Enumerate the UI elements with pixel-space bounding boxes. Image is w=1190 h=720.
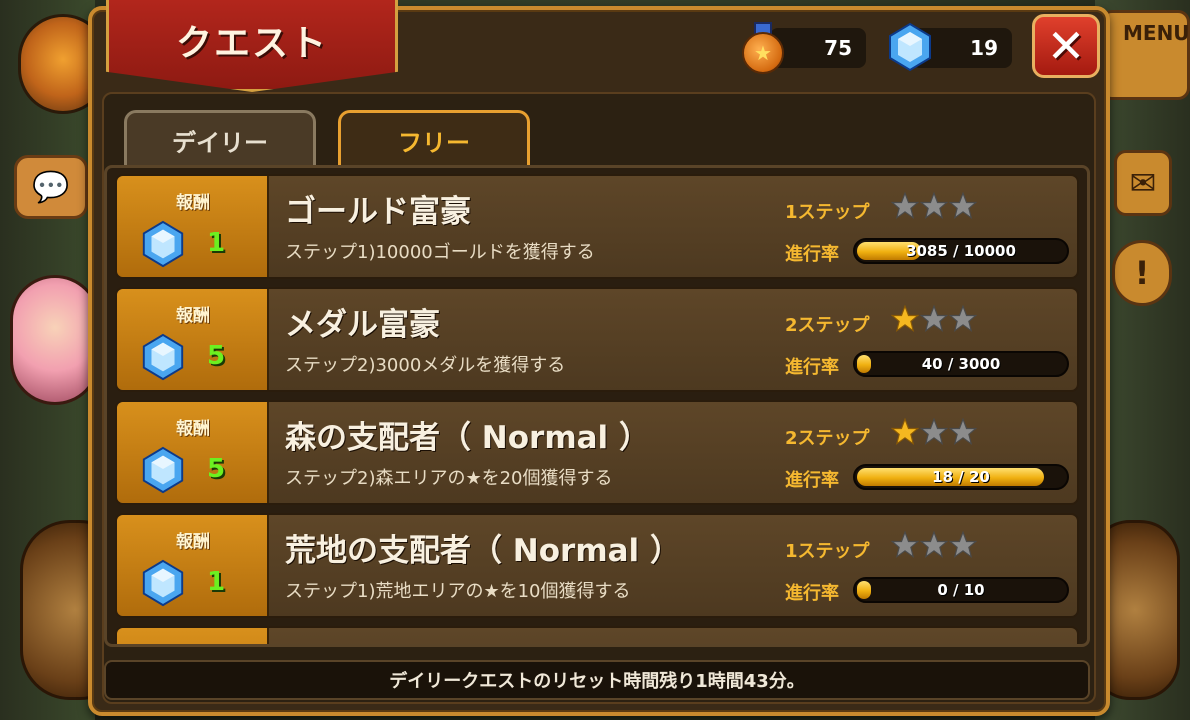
progress-bar: 18 / 20 [853,464,1069,490]
star-rating [891,192,977,220]
quest-description: ステップ1)10000ゴールドを獲得する [285,242,595,263]
gem-icon [139,220,187,268]
reward-count: 1 [207,228,226,258]
star-icon [920,305,948,333]
star-icon [949,192,977,220]
progress-label: 進行率 [785,470,839,491]
gem-icon [139,333,187,381]
quest-list[interactable]: 報酬 1 ゴールド富豪 ステップ1)10000ゴールドを獲得する 1ステップ 進… [104,165,1090,647]
quest-row[interactable]: 報酬 1 ゴールド富豪 ステップ1)10000ゴールドを獲得する 1ステップ 進… [115,174,1079,279]
quest-title: メダル富豪 [285,307,440,343]
progress-label: 進行率 [785,357,839,378]
reward-label: 報酬 [176,193,210,213]
progress-bar: 40 / 3000 [853,351,1069,377]
tab-free[interactable]: フリー [338,110,530,168]
star-icon [949,305,977,333]
alert-icon: ! [1112,240,1172,306]
quest-step-label: 2ステップ [785,315,870,336]
reward-count: 1 [207,567,226,597]
progress-text: 0 / 10 [937,581,985,599]
tab-daily[interactable]: デイリー [124,110,316,168]
reward-label: 報酬 [176,532,210,552]
gem-icon [139,559,187,607]
quest-step-label: 1ステップ [785,541,870,562]
chat-icon: 💬 [14,155,88,219]
reward-panel: 報酬 1 [117,176,269,277]
quest-row[interactable]: 報酬 1 荒地の支配者（ Normal ） ステップ1)荒地エリアの★を10個獲… [115,513,1079,618]
star-icon [891,192,919,220]
star-icon [891,418,919,446]
quest-title: ジャングルの支配者（ Normal ） [285,638,772,644]
reward-label: 報酬 [117,640,269,644]
medal-counter: 75 [770,28,866,68]
progress-label: 進行率 [785,244,839,265]
quest-row[interactable]: 報酬 5 メダル富豪 ステップ2)3000メダルを獲得する 2ステップ 進行率 … [115,287,1079,392]
star-icon [920,418,948,446]
reward-panel: 報酬 [117,628,269,644]
mail-icon: ✉ [1114,150,1172,216]
reward-count: 5 [207,341,226,371]
star-rating [891,418,977,446]
medal-icon: ★ [742,22,784,74]
character-avatar-icon [10,275,100,405]
gem-icon [139,446,187,494]
star-icon [920,531,948,559]
quest-step-label: 2ステップ [785,428,870,449]
quest-step-label: 1ステップ [785,202,870,223]
star-rating [891,305,977,333]
progress-label: 進行率 [785,583,839,604]
window-title: クエスト [175,23,328,64]
star-icon [949,418,977,446]
reward-panel: 報酬 5 [117,402,269,503]
reset-timer-text: デイリークエストのリセット時間残り1時間43分。 [104,660,1090,700]
star-rating [891,531,977,559]
quest-description: ステップ1)荒地エリアの★を10個獲得する [285,581,631,602]
reward-label: 報酬 [176,419,210,439]
progress-text: 18 / 20 [932,468,990,486]
progress-text: 40 / 3000 [921,355,1001,373]
quest-row[interactable]: 報酬 ジャングルの支配者（ Normal ） [115,626,1079,644]
reward-panel: 報酬 1 [117,515,269,616]
progress-bar: 0 / 10 [853,577,1069,603]
menu-button: MENU [1100,10,1190,100]
star-icon [920,192,948,220]
star-icon [949,531,977,559]
quest-row[interactable]: 報酬 5 森の支配者（ Normal ） ステップ2)森エリアの★を20個獲得す… [115,400,1079,505]
gem-icon [889,22,931,72]
progress-text: 3085 / 10000 [906,242,1016,260]
quest-title: ゴールド富豪 [285,194,471,230]
quest-title: 荒地の支配者（ Normal ） [285,533,681,569]
star-icon [891,531,919,559]
gem-count: 19 [970,36,998,60]
close-button[interactable]: ✕ [1032,14,1100,78]
medal-count: 75 [824,36,852,60]
reward-count: 5 [207,454,226,484]
progress-bar: 3085 / 10000 [853,238,1069,264]
quest-description: ステップ2)森エリアの★を20個獲得する [285,468,613,489]
reward-label: 報酬 [176,306,210,326]
quest-description: ステップ2)3000メダルを獲得する [285,355,566,376]
quest-title: 森の支配者（ Normal ） [285,420,650,456]
reward-panel: 報酬 5 [117,289,269,390]
star-icon [891,305,919,333]
